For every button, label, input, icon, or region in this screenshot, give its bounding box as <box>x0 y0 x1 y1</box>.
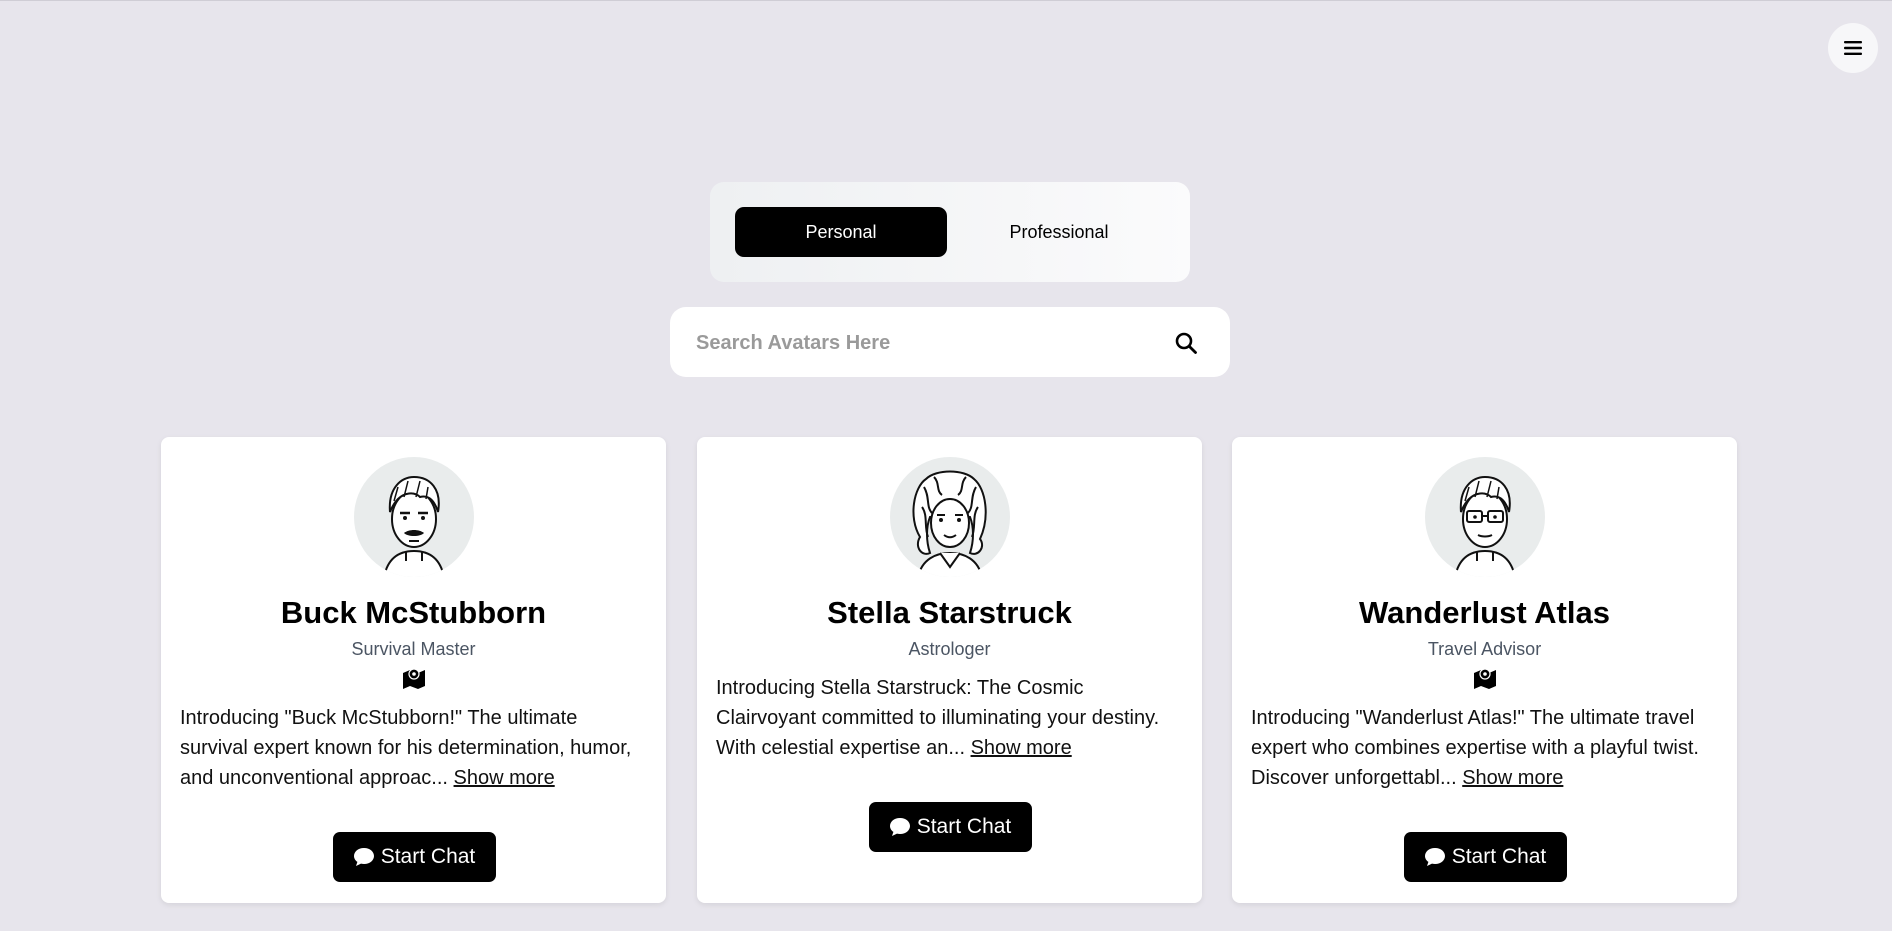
start-chat-label: Start Chat <box>916 815 1012 838</box>
description-text: Introducing "Buck McStubborn!" The ultim… <box>180 707 632 789</box>
show-more-link[interactable]: Show more <box>1462 767 1563 789</box>
avatar-description: Introducing "Wanderlust Atlas!" The ulti… <box>1251 703 1718 793</box>
start-chat-button[interactable]: Start Chat <box>868 802 1032 852</box>
tab-professional[interactable]: Professional <box>953 207 1165 257</box>
search-bar <box>670 307 1230 379</box>
avatar-illustration <box>382 475 445 577</box>
search-icon[interactable] <box>1174 331 1198 355</box>
menu-button[interactable] <box>1828 23 1878 73</box>
map-icon <box>402 668 425 689</box>
tab-personal[interactable]: Personal <box>735 207 947 257</box>
avatar-name: Wanderlust Atlas <box>1359 595 1610 630</box>
avatar-illustration <box>1453 475 1516 577</box>
show-more-link[interactable]: Show more <box>454 767 555 789</box>
chat-bubble-icon <box>1424 848 1445 866</box>
avatar <box>889 457 1010 577</box>
avatar <box>353 457 474 577</box>
start-chat-button[interactable]: Start Chat <box>332 832 496 882</box>
avatar-name: Stella Starstruck <box>827 595 1072 630</box>
chat-bubble-icon <box>889 818 910 836</box>
avatar-role: Travel Advisor <box>1427 639 1542 659</box>
avatar-card: Stella Starstruck Astrologer Introducing… <box>697 437 1202 903</box>
avatar-card: Wanderlust Atlas Travel Advisor Introduc… <box>1232 437 1737 903</box>
show-more-link[interactable]: Show more <box>971 737 1072 759</box>
avatar <box>1424 457 1545 577</box>
avatar-description: Introducing Stella Starstruck: The Cosmi… <box>716 673 1183 763</box>
chat-bubble-icon <box>353 848 374 866</box>
avatar-illustration <box>912 470 987 577</box>
start-chat-button[interactable]: Start Chat <box>1403 832 1567 882</box>
avatar-card: Buck McStubborn Survival Master Introduc… <box>161 437 666 903</box>
start-chat-label: Start Chat <box>1451 845 1547 868</box>
avatar-name: Buck McStubborn <box>280 595 547 630</box>
avatar-description: Introducing "Buck McStubborn!" The ultim… <box>180 703 647 793</box>
avatar-role: Survival Master <box>351 639 476 659</box>
avatar-role: Astrologer <box>908 639 991 659</box>
map-icon <box>1473 668 1496 689</box>
search-input[interactable] <box>694 307 1158 379</box>
description-text: Introducing Stella Starstruck: The Cosmi… <box>716 677 1160 759</box>
hamburger-menu-icon <box>1844 41 1862 55</box>
mode-toggle: Personal Professional <box>710 182 1190 282</box>
start-chat-label: Start Chat <box>380 845 476 868</box>
